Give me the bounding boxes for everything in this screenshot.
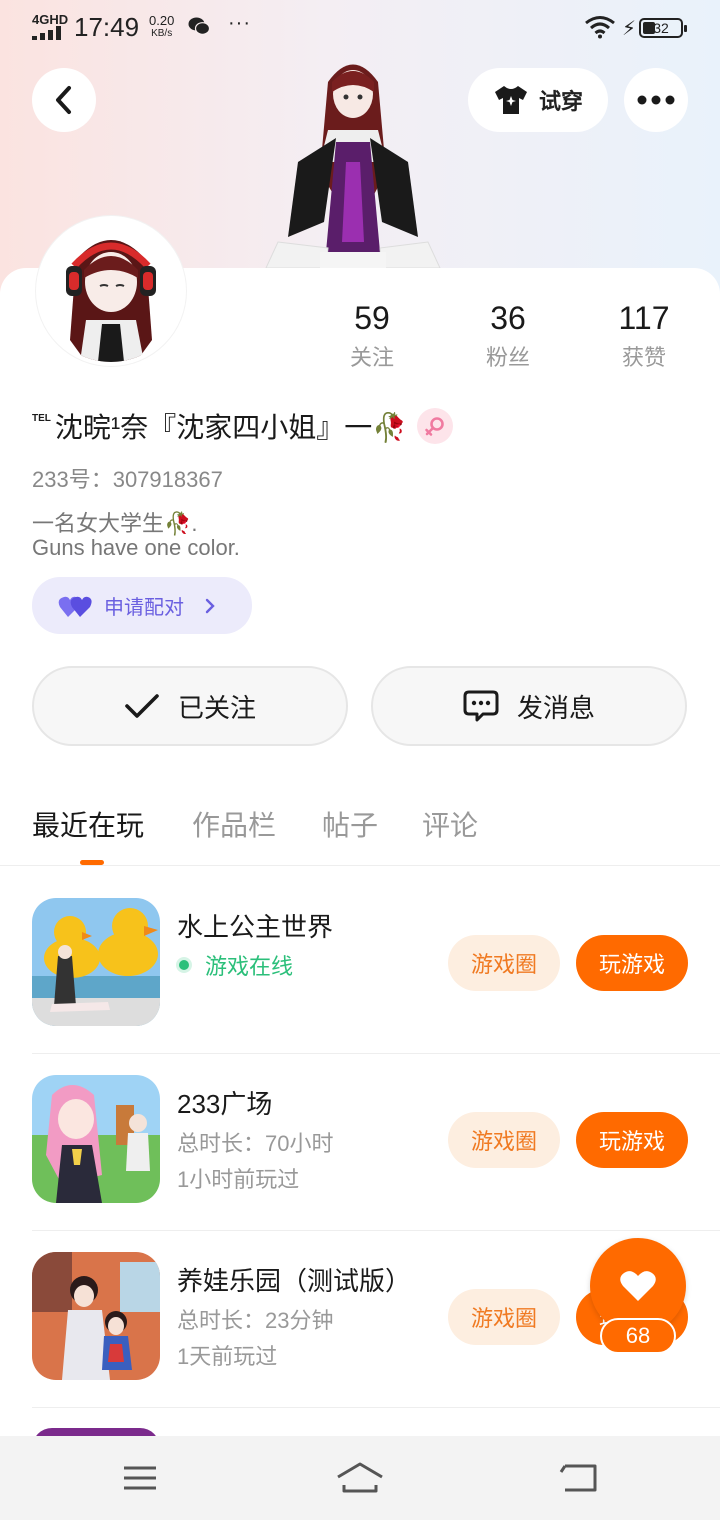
last-played: 1小时前玩过 xyxy=(177,1167,300,1192)
game-thumbnail-image xyxy=(32,1075,160,1203)
user-id: 233号：307918367 xyxy=(32,467,223,492)
tshirt-icon xyxy=(494,86,527,114)
last-played: 1天前玩过 xyxy=(177,1344,278,1369)
back-nav-icon[interactable] xyxy=(558,1458,598,1498)
system-nav-bar xyxy=(0,1436,720,1520)
more-dots-icon xyxy=(637,95,675,105)
online-dot-icon xyxy=(179,960,189,970)
try-on-label: 试穿 xyxy=(538,89,583,114)
followers-count: 36 xyxy=(490,300,526,336)
stat-followers[interactable]: 36 粉丝 xyxy=(448,298,568,372)
try-on-button[interactable]: 试穿 xyxy=(468,68,608,132)
speed-value: 0.20 xyxy=(149,13,175,28)
menu-icon[interactable] xyxy=(120,1458,160,1498)
home-icon[interactable] xyxy=(334,1458,386,1498)
stat-likes[interactable]: 117 获赞 xyxy=(584,298,704,372)
send-message-label: 发消息 xyxy=(516,692,595,723)
network-speed: 0.20 KB/s xyxy=(149,14,174,40)
chevron-left-icon xyxy=(56,86,71,114)
double-heart-icon xyxy=(58,596,92,617)
game-thumbnail-image xyxy=(32,1252,160,1380)
profile-tabs: 最近在玩 作品栏 帖子 评论 xyxy=(0,790,720,866)
message-bubble-icon xyxy=(463,690,499,722)
following-button[interactable]: 已关注 xyxy=(32,666,348,746)
avatar[interactable] xyxy=(36,216,186,366)
avatar-3d-figure xyxy=(265,64,441,268)
tab-comments[interactable]: 评论 xyxy=(422,804,478,844)
play-duration: 总时长：23分钟 xyxy=(177,1308,334,1333)
online-status-text: 游戏在线 xyxy=(205,954,294,979)
play-game-button[interactable]: 玩游戏 xyxy=(576,1112,688,1168)
list-item[interactable]: 233广场 总时长：70小时 1小时前玩过 游戏圈 玩游戏 xyxy=(32,1054,720,1231)
tab-works[interactable]: 作品栏 xyxy=(192,804,276,844)
battery-icon: 32 xyxy=(639,18,687,38)
request-pair-button[interactable]: 申请配对 xyxy=(32,577,252,634)
followers-label: 粉丝 xyxy=(485,345,530,370)
avatar-image xyxy=(40,220,182,362)
play-duration: 总时长：70小时 xyxy=(177,1131,334,1156)
clock: 17:49 xyxy=(74,12,140,42)
chevron-right-icon xyxy=(205,598,215,613)
more-notifications-icon: ··· xyxy=(228,12,251,34)
speed-unit: KB/s xyxy=(151,28,173,39)
heart-icon xyxy=(620,1271,656,1301)
following-label: 关注 xyxy=(349,345,394,370)
back-button[interactable] xyxy=(32,68,96,132)
nickname-text: 沈晥¹奈『沈家四小姐』一🥀 xyxy=(54,412,408,443)
stat-following[interactable]: 59 关注 xyxy=(312,298,432,372)
list-item[interactable]: 水上公主世界 游戏在线 游戏圈 玩游戏 xyxy=(32,877,720,1054)
game-thumbnail[interactable] xyxy=(32,898,160,1026)
wechat-icon xyxy=(188,17,210,35)
online-status: 游戏在线 xyxy=(177,949,293,981)
game-thumbnail[interactable] xyxy=(32,1075,160,1203)
bio-line-1: 一名女大学生🥀. xyxy=(32,511,198,536)
nickname: TEL 沈晥¹奈『沈家四小姐』一🥀 xyxy=(32,406,454,446)
game-circle-button[interactable]: 游戏圈 xyxy=(448,1112,560,1168)
charging-icon: ⚡ xyxy=(622,18,637,40)
game-circle-button[interactable]: 游戏圈 xyxy=(448,935,560,991)
wifi-icon xyxy=(585,16,615,39)
play-game-button[interactable]: 玩游戏 xyxy=(576,935,688,991)
following-count: 59 xyxy=(354,300,390,336)
game-circle-button[interactable]: 游戏圈 xyxy=(448,1289,560,1345)
like-count: 68 xyxy=(600,1318,676,1354)
check-icon xyxy=(125,694,159,718)
more-options-button[interactable] xyxy=(624,68,688,132)
signal-icon xyxy=(32,26,66,40)
network-type: 4GHD xyxy=(32,12,69,27)
game-name: 养娃乐园（测试版） xyxy=(177,1266,412,1296)
battery-level: 32 xyxy=(653,20,669,36)
game-thumbnail[interactable] xyxy=(32,1252,160,1380)
game-name: 水上公主世界 xyxy=(177,912,334,942)
status-bar: 4GHD 17:49 0.20 KB/s ··· ⚡ 32 xyxy=(0,0,720,56)
following-button-label: 已关注 xyxy=(177,692,256,723)
tab-recently-played[interactable]: 最近在玩 xyxy=(32,804,144,844)
female-gender-icon xyxy=(417,408,454,444)
likes-label: 获赞 xyxy=(621,345,666,370)
tab-posts[interactable]: 帖子 xyxy=(322,804,378,844)
nickname-prefix: TEL xyxy=(32,412,51,424)
game-name: 233广场 xyxy=(177,1089,273,1119)
active-tab-indicator xyxy=(80,860,104,865)
game-thumbnail-image xyxy=(32,898,160,1026)
bio-line-2: Guns have one color. xyxy=(32,535,240,560)
send-message-button[interactable]: 发消息 xyxy=(371,666,687,746)
request-pair-label: 申请配对 xyxy=(104,597,184,619)
likes-count: 117 xyxy=(618,300,670,336)
